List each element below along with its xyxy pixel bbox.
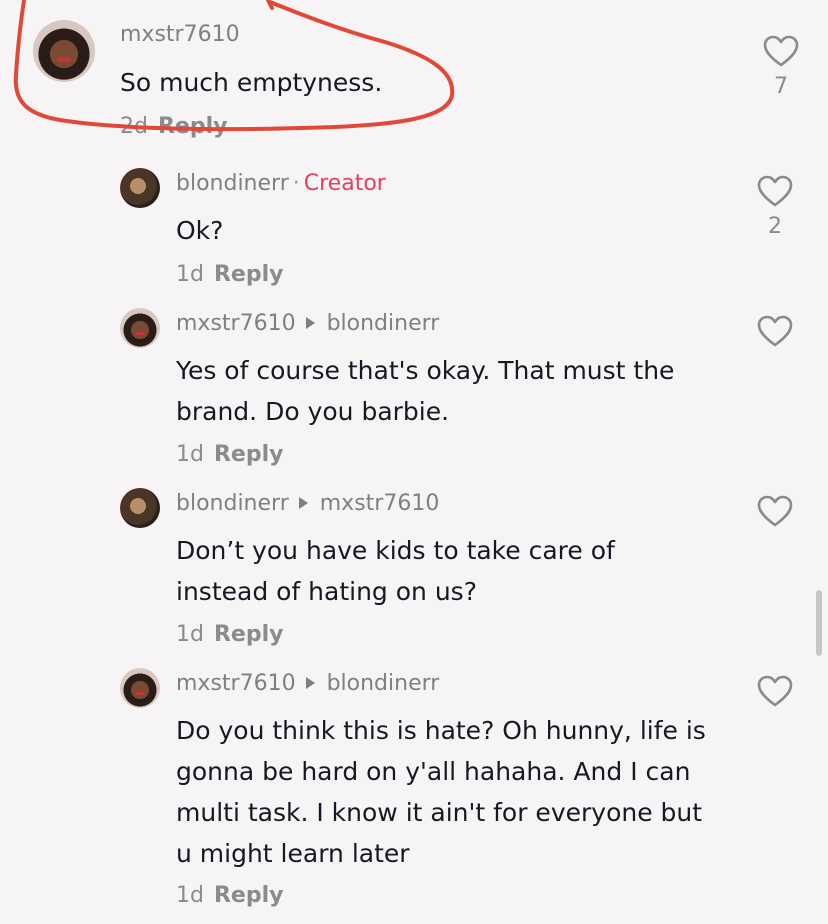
comment-meta: 1d Reply bbox=[176, 622, 283, 647]
comment-header: blondinerr · Creator bbox=[176, 171, 386, 196]
comment-text: Don’t you have kids to take care of inst… bbox=[176, 530, 615, 612]
reply-to-username[interactable]: mxstr7610 bbox=[320, 491, 440, 516]
comment-header: mxstr7610 blondinerr bbox=[176, 671, 439, 696]
heart-icon[interactable] bbox=[756, 174, 794, 208]
reply-to-username[interactable]: blondinerr bbox=[327, 671, 440, 696]
comment-header: mxstr7610 blondinerr bbox=[176, 311, 439, 336]
comment-age: 1d bbox=[176, 622, 204, 647]
comment-username[interactable]: mxstr7610 bbox=[176, 671, 296, 696]
comment-meta: 2d Reply bbox=[120, 114, 227, 139]
reply-button[interactable]: Reply bbox=[214, 442, 284, 467]
comment-text-line: Do you think this is hate? Oh hunny, lif… bbox=[176, 716, 706, 745]
avatar[interactable] bbox=[120, 168, 160, 208]
comment-text-line: Don’t you have kids to take care of bbox=[176, 536, 615, 565]
comment-text-line: Yes of course that's okay. That must the bbox=[176, 356, 675, 385]
comment-age: 1d bbox=[176, 262, 204, 287]
comment-text-line: instead of hating on us? bbox=[176, 577, 477, 606]
heart-icon[interactable] bbox=[762, 34, 800, 68]
heart-icon[interactable] bbox=[756, 314, 794, 348]
comment-text-line: u might learn later bbox=[176, 839, 410, 868]
avatar[interactable] bbox=[33, 20, 95, 82]
comment-meta: 1d Reply bbox=[176, 883, 283, 908]
comment-age: 1d bbox=[176, 442, 204, 467]
separator: · bbox=[292, 171, 300, 196]
avatar[interactable] bbox=[120, 488, 160, 528]
comment-username[interactable]: blondinerr bbox=[176, 491, 289, 516]
comment-text: So much emptyness. bbox=[120, 68, 383, 97]
comment-username[interactable]: blondinerr bbox=[176, 171, 289, 196]
reply-button[interactable]: Reply bbox=[158, 114, 228, 139]
comment-text-line: multi task. I know it ain't for everyone… bbox=[176, 798, 703, 827]
comment-header: blondinerr mxstr7610 bbox=[176, 491, 439, 516]
creator-badge: Creator bbox=[303, 171, 386, 196]
comment-username[interactable]: mxstr7610 bbox=[120, 22, 240, 47]
comment-age: 2d bbox=[120, 114, 148, 139]
heart-icon[interactable] bbox=[756, 494, 794, 528]
comment-text-line: gonna be hard on y'all hahaha. And I can bbox=[176, 757, 691, 786]
heart-icon[interactable] bbox=[756, 674, 794, 708]
triangle-right-icon bbox=[298, 497, 308, 509]
triangle-right-icon bbox=[305, 677, 315, 689]
reply-button[interactable]: Reply bbox=[214, 622, 284, 647]
comment-text: Do you think this is hate? Oh hunny, lif… bbox=[176, 710, 706, 874]
scrollbar[interactable] bbox=[816, 590, 822, 656]
avatar[interactable] bbox=[120, 668, 160, 708]
avatar[interactable] bbox=[120, 308, 160, 348]
comment-text-line: brand. Do you barbie. bbox=[176, 397, 450, 426]
comment-text: Ok? bbox=[176, 216, 224, 245]
comment-text: Yes of course that's okay. That must the… bbox=[176, 350, 674, 432]
like-count: 7 bbox=[774, 74, 788, 99]
comment-age: 1d bbox=[176, 883, 204, 908]
comment-meta: 1d Reply bbox=[176, 262, 283, 287]
triangle-right-icon bbox=[305, 317, 315, 329]
like-count: 2 bbox=[768, 214, 782, 239]
reply-button[interactable]: Reply bbox=[214, 883, 284, 908]
reply-button[interactable]: Reply bbox=[214, 262, 284, 287]
comment-username[interactable]: mxstr7610 bbox=[176, 311, 296, 336]
reply-to-username[interactable]: blondinerr bbox=[327, 311, 440, 336]
comment-meta: 1d Reply bbox=[176, 442, 283, 467]
